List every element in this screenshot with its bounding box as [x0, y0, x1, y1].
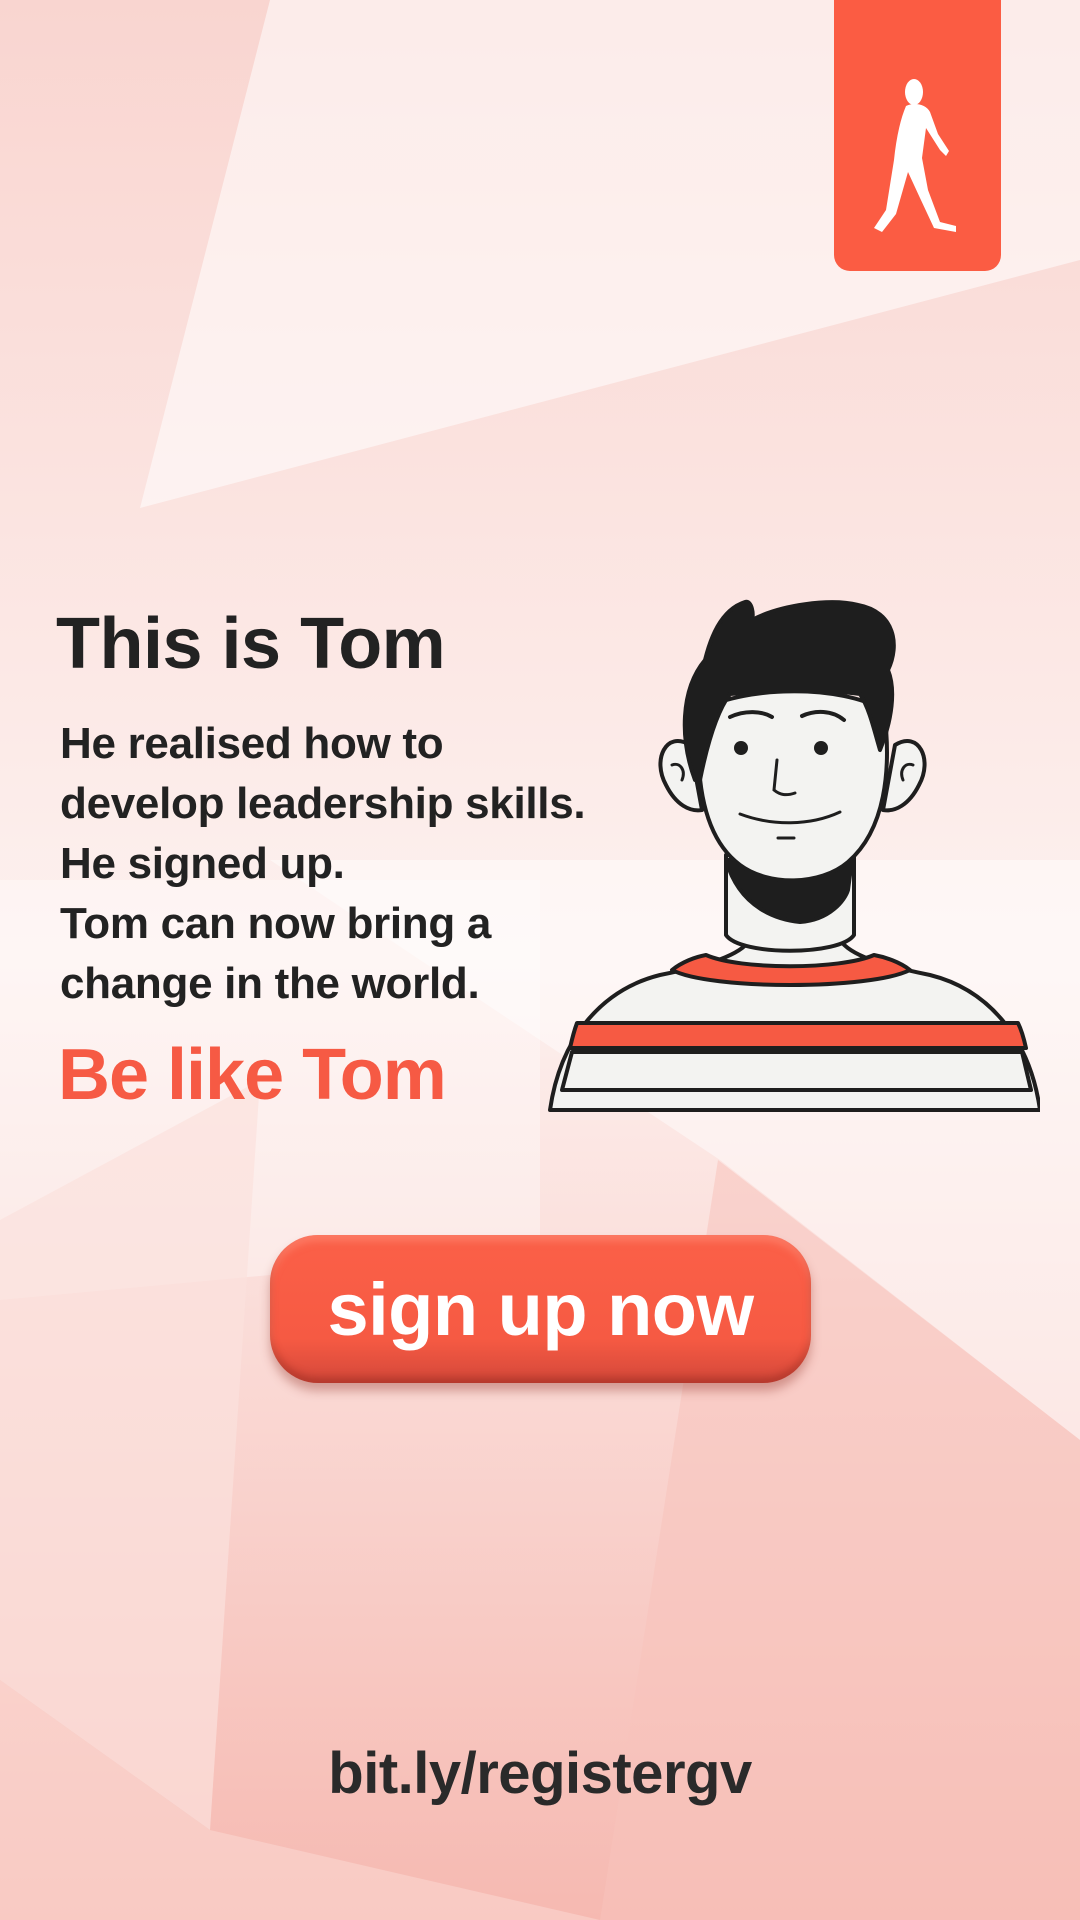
logo-badge[interactable]	[834, 0, 1001, 271]
tagline: Be like Tom	[58, 1035, 447, 1115]
walking-person-icon	[874, 79, 956, 232]
register-link[interactable]: bit.ly/registergv	[0, 1740, 1080, 1807]
page-title: This is Tom	[56, 604, 446, 684]
man-portrait-illustration	[548, 599, 1040, 1112]
sign-up-button[interactable]: sign up now	[270, 1235, 811, 1383]
